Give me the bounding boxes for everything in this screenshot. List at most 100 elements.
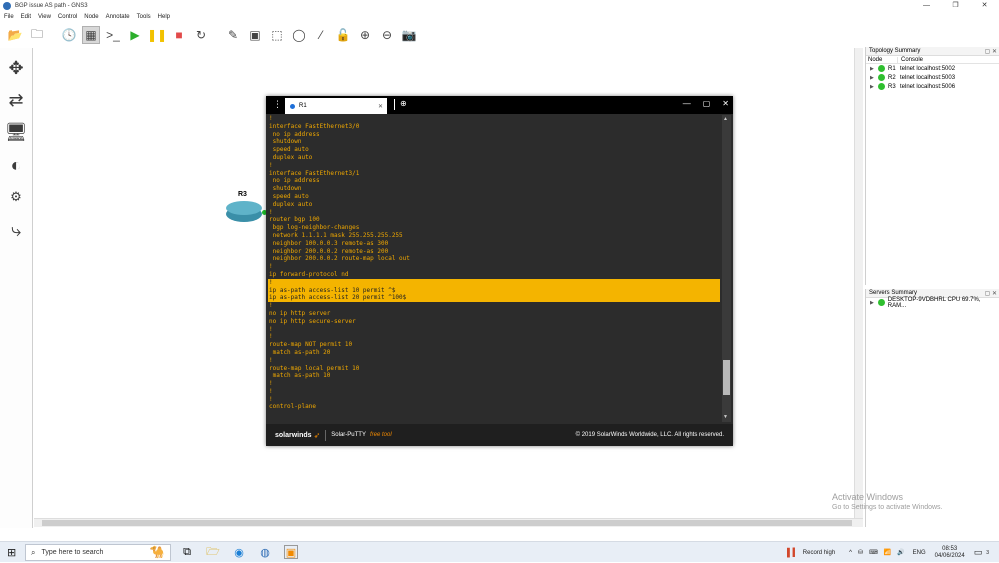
wifi-icon[interactable]: 📶 [884,549,891,556]
maximize-button[interactable]: ❐ [941,0,970,12]
close-tab-icon[interactable]: ✕ [378,103,383,110]
system-tray: ▌▍ Record high ^ ⛁ ⌨ 📶 🔊 ENG 08:53 04/06… [787,542,999,563]
stop-icon[interactable]: ■ [170,26,188,44]
menu-help[interactable]: Help [158,14,170,20]
canvas-vertical-scrollbar[interactable] [854,48,863,518]
search-highlight-icon[interactable]: 🐪 [144,545,170,559]
router-group-icon[interactable]: ✥ [4,56,28,80]
terminal-line: neighbor 200.0.0.2 remote-as 200 [269,247,389,255]
expand-arrow-icon[interactable]: ▶ [870,66,878,72]
router-label: R3 [238,191,247,198]
terminal-line: no ip address [269,177,320,185]
terminal-line: ! [269,333,273,341]
edge-browser-icon[interactable]: ◉ [232,545,246,559]
all-devices-icon[interactable]: ⚙ [4,185,28,209]
menu-tools[interactable]: Tools [137,14,151,20]
windows-start-icon[interactable]: ⊞ [7,546,16,559]
expand-arrow-icon[interactable]: ▶ [870,84,878,90]
close-button[interactable]: ✕ [970,0,999,12]
zoom-in-icon[interactable]: ⊕ [356,26,374,44]
topology-row[interactable]: ▶ R2 telnet localhost:5003 [866,73,999,82]
network-icon[interactable]: ⌨ [869,549,878,556]
task-view-icon[interactable]: ⧉ [180,545,194,559]
terminal-line: shutdown [269,185,302,193]
open-folder-icon[interactable]: 📂 [6,26,24,44]
new-tab-icon[interactable]: ⊕ [400,99,407,108]
menu-control[interactable]: Control [58,14,77,20]
session-active-icon [290,103,295,109]
terminal-line: interface FastEthernet3/0 [269,122,360,130]
play-icon[interactable]: ▶ [126,26,144,44]
stock-chart-icon[interactable]: ▌▍ [787,548,799,557]
line-icon[interactable]: ⁄ [312,26,330,44]
activation-watermark: Activate Windows Go to Settings to activ… [832,492,943,511]
tab-r1[interactable]: R1 ✕ [285,98,387,114]
panel-controls-icon[interactable]: ▢ ✕ [985,48,999,55]
terminal-line: ! [269,325,273,333]
solar-putty-taskbar-icon[interactable]: ▣ [284,545,298,559]
terminal-line: ! [269,380,273,388]
menu-view[interactable]: View [38,14,51,20]
file-explorer-icon[interactable]: 🗁 [206,545,220,559]
terminal-line: ! [268,278,720,287]
putty-close-icon[interactable]: ✕ [722,99,729,108]
terminal-scrollbar[interactable]: ▲ ▼ [722,115,731,422]
snapshot-icon[interactable]: ▦ [82,26,100,44]
ellipse-icon[interactable]: ◯ [290,26,308,44]
router-node-icon[interactable] [226,201,267,223]
menu-file[interactable]: File [4,14,14,20]
pause-icon[interactable]: ❚❚ [147,26,167,44]
topology-row[interactable]: ▶ R3 telnet localhost:5006 [866,82,999,91]
zoom-out-icon[interactable]: ⊖ [378,26,396,44]
image-icon[interactable]: ▣ [246,26,264,44]
putty-minimize-icon[interactable]: — [683,99,691,108]
canvas-horizontal-scrollbar[interactable] [34,518,863,527]
screenshot-icon[interactable]: 📷 [400,26,418,44]
terminal-line: network 1.1.1.1 mask 255.255.255.255 [269,231,403,239]
solar-putty-window: ⋮ R1 ✕ ⊕ — ▢ ✕ ! interface FastEthernet3/… [266,96,733,446]
taskbar-clock[interactable]: 08:53 04/06/2024 [935,546,965,560]
volume-icon[interactable]: 🔊 [897,549,904,556]
menu-node[interactable]: Node [84,14,98,20]
device-sidebar: ✥ ⇄ 🖥 ◐ ⚙ ⤷ [0,48,33,528]
terminal-line: ip as-path access-list 10 permit ^$ [268,286,720,295]
edit-note-icon[interactable]: ✎ [224,26,242,44]
console-icon[interactable]: >_ [104,26,122,44]
lock-icon[interactable]: 🔓 [334,26,352,44]
panel-controls-icon[interactable]: ▢ ✕ [985,290,999,297]
language-indicator[interactable]: ENG [913,550,926,556]
terminal-line: ip as-path access-list 20 permit ^100$ [268,294,720,303]
terminal-line: ! [269,161,273,169]
record-high-label[interactable]: Record high [803,550,835,556]
folder-icon[interactable]: 🗀 [28,26,46,44]
product-name: Solar-PuTTY [331,432,366,438]
link-icon[interactable]: ⤷ [4,218,28,242]
gns3-taskbar-icon[interactable]: ◍ [258,545,272,559]
reload-icon[interactable]: ↻ [192,26,210,44]
col-console: Console [901,56,924,63]
server-row[interactable]: ▶ DESKTOP-9VDBHRL CPU 69.7%, RAM... [866,297,999,309]
end-device-icon[interactable]: 🖥 [4,120,28,144]
notification-icon[interactable]: ▭ [974,547,983,558]
terminal-line: speed auto [269,192,309,200]
terminal-output[interactable]: ! interface FastEthernet3/0 no ip address… [268,115,720,422]
kebab-menu-icon[interactable]: ⋮ [273,99,282,110]
terminal-line: duplex auto [269,153,313,161]
putty-maximize-icon[interactable]: ▢ [703,99,711,108]
expand-arrow-icon[interactable]: ▶ [870,75,878,81]
tray-app-icon[interactable]: ⛁ [858,549,863,556]
col-node: Node [866,56,898,63]
menu-annotate[interactable]: Annotate [106,14,130,20]
show-hidden-icons-icon[interactable]: ^ [849,550,852,556]
minimize-button[interactable]: — [912,0,941,12]
window-title: BGP issue AS path - GNS3 [15,3,88,9]
security-device-icon[interactable]: ◐ [4,153,28,177]
switch-group-icon[interactable]: ⇄ [4,88,28,112]
status-green-icon [878,83,885,90]
rectangle-icon[interactable]: ⬚ [268,26,286,44]
terminal-line: ! [269,356,273,364]
clock-icon[interactable]: 🕓 [60,26,78,44]
expand-arrow-icon[interactable]: ▶ [870,300,878,306]
menu-edit[interactable]: Edit [21,14,31,20]
topology-row[interactable]: ▶ R1 telnet localhost:5002 [866,64,999,73]
